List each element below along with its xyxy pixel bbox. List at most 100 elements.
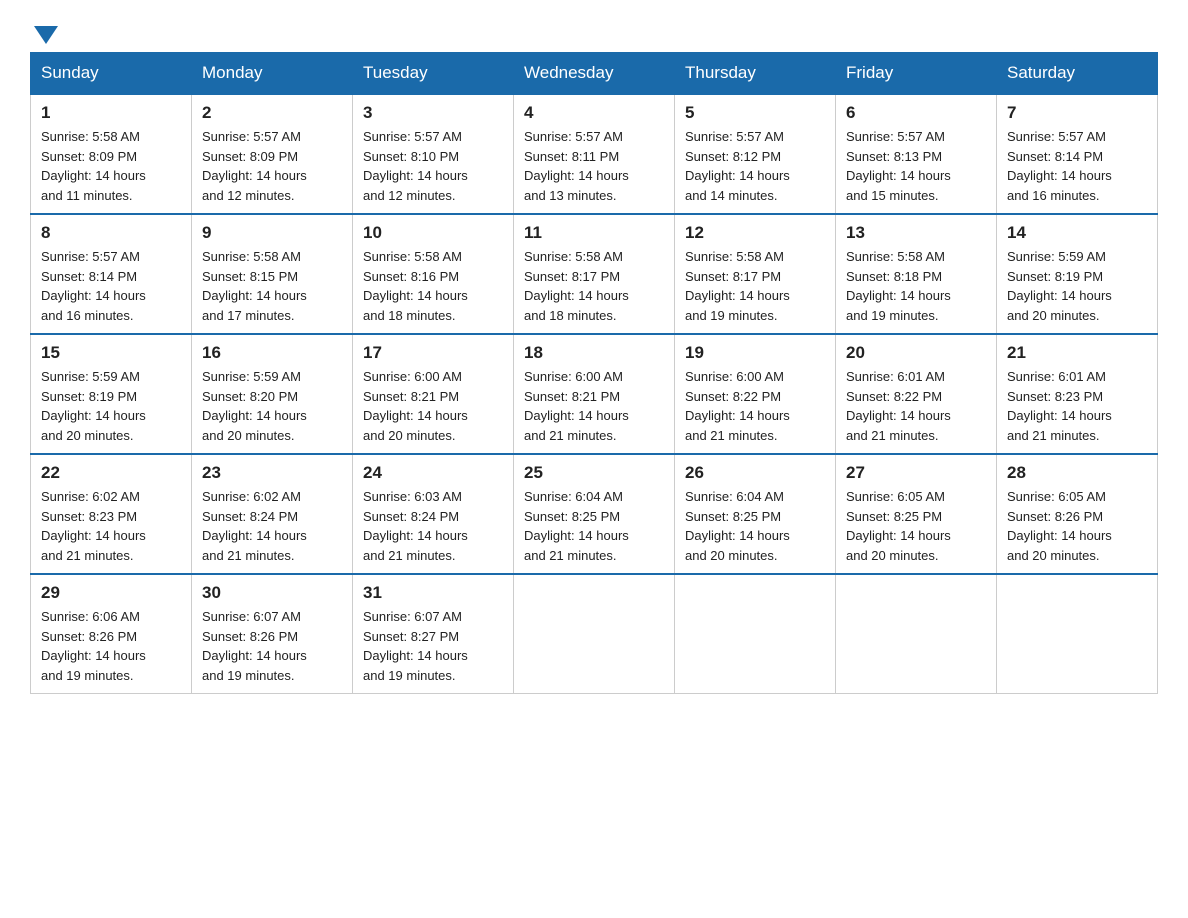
day-info: Sunrise: 6:06 AM Sunset: 8:26 PM Dayligh… [41,607,181,685]
calendar-cell: 9 Sunrise: 5:58 AM Sunset: 8:15 PM Dayli… [192,214,353,334]
day-info: Sunrise: 5:57 AM Sunset: 8:12 PM Dayligh… [685,127,825,205]
weekday-header-monday: Monday [192,53,353,95]
day-info: Sunrise: 5:57 AM Sunset: 8:11 PM Dayligh… [524,127,664,205]
page-header [30,20,1158,42]
day-number: 15 [41,343,181,363]
day-info: Sunrise: 6:07 AM Sunset: 8:26 PM Dayligh… [202,607,342,685]
day-info: Sunrise: 5:57 AM Sunset: 8:14 PM Dayligh… [1007,127,1147,205]
day-number: 14 [1007,223,1147,243]
day-number: 9 [202,223,342,243]
calendar-cell: 11 Sunrise: 5:58 AM Sunset: 8:17 PM Dayl… [514,214,675,334]
weekday-header-wednesday: Wednesday [514,53,675,95]
day-info: Sunrise: 6:01 AM Sunset: 8:23 PM Dayligh… [1007,367,1147,445]
day-number: 17 [363,343,503,363]
calendar-table: SundayMondayTuesdayWednesdayThursdayFrid… [30,52,1158,694]
weekday-header-friday: Friday [836,53,997,95]
calendar-cell: 14 Sunrise: 5:59 AM Sunset: 8:19 PM Dayl… [997,214,1158,334]
day-number: 8 [41,223,181,243]
day-number: 10 [363,223,503,243]
day-info: Sunrise: 6:00 AM Sunset: 8:22 PM Dayligh… [685,367,825,445]
weekday-header-saturday: Saturday [997,53,1158,95]
day-number: 7 [1007,103,1147,123]
calendar-cell: 8 Sunrise: 5:57 AM Sunset: 8:14 PM Dayli… [31,214,192,334]
day-info: Sunrise: 6:03 AM Sunset: 8:24 PM Dayligh… [363,487,503,565]
day-info: Sunrise: 6:05 AM Sunset: 8:25 PM Dayligh… [846,487,986,565]
day-number: 12 [685,223,825,243]
day-number: 25 [524,463,664,483]
day-number: 5 [685,103,825,123]
day-number: 24 [363,463,503,483]
day-number: 1 [41,103,181,123]
calendar-cell [675,574,836,694]
weekday-header-tuesday: Tuesday [353,53,514,95]
day-info: Sunrise: 5:58 AM Sunset: 8:16 PM Dayligh… [363,247,503,325]
day-number: 26 [685,463,825,483]
day-info: Sunrise: 5:59 AM Sunset: 8:19 PM Dayligh… [41,367,181,445]
calendar-cell: 18 Sunrise: 6:00 AM Sunset: 8:21 PM Dayl… [514,334,675,454]
calendar-cell: 10 Sunrise: 5:58 AM Sunset: 8:16 PM Dayl… [353,214,514,334]
calendar-cell: 2 Sunrise: 5:57 AM Sunset: 8:09 PM Dayli… [192,94,353,214]
day-info: Sunrise: 5:57 AM Sunset: 8:09 PM Dayligh… [202,127,342,205]
calendar-cell: 27 Sunrise: 6:05 AM Sunset: 8:25 PM Dayl… [836,454,997,574]
day-info: Sunrise: 5:58 AM Sunset: 8:18 PM Dayligh… [846,247,986,325]
calendar-cell: 15 Sunrise: 5:59 AM Sunset: 8:19 PM Dayl… [31,334,192,454]
calendar-week-row: 22 Sunrise: 6:02 AM Sunset: 8:23 PM Dayl… [31,454,1158,574]
weekday-header-sunday: Sunday [31,53,192,95]
day-info: Sunrise: 5:57 AM Sunset: 8:14 PM Dayligh… [41,247,181,325]
calendar-cell: 21 Sunrise: 6:01 AM Sunset: 8:23 PM Dayl… [997,334,1158,454]
day-number: 11 [524,223,664,243]
calendar-week-row: 29 Sunrise: 6:06 AM Sunset: 8:26 PM Dayl… [31,574,1158,694]
calendar-week-row: 8 Sunrise: 5:57 AM Sunset: 8:14 PM Dayli… [31,214,1158,334]
calendar-cell: 25 Sunrise: 6:04 AM Sunset: 8:25 PM Dayl… [514,454,675,574]
calendar-cell [514,574,675,694]
calendar-cell: 22 Sunrise: 6:02 AM Sunset: 8:23 PM Dayl… [31,454,192,574]
day-info: Sunrise: 6:04 AM Sunset: 8:25 PM Dayligh… [524,487,664,565]
calendar-header-row: SundayMondayTuesdayWednesdayThursdayFrid… [31,53,1158,95]
logo-arrow-icon [34,26,58,44]
day-number: 16 [202,343,342,363]
day-number: 21 [1007,343,1147,363]
calendar-cell: 7 Sunrise: 5:57 AM Sunset: 8:14 PM Dayli… [997,94,1158,214]
calendar-cell: 4 Sunrise: 5:57 AM Sunset: 8:11 PM Dayli… [514,94,675,214]
calendar-cell: 16 Sunrise: 5:59 AM Sunset: 8:20 PM Dayl… [192,334,353,454]
calendar-cell: 3 Sunrise: 5:57 AM Sunset: 8:10 PM Dayli… [353,94,514,214]
calendar-cell: 6 Sunrise: 5:57 AM Sunset: 8:13 PM Dayli… [836,94,997,214]
calendar-cell: 5 Sunrise: 5:57 AM Sunset: 8:12 PM Dayli… [675,94,836,214]
calendar-cell: 23 Sunrise: 6:02 AM Sunset: 8:24 PM Dayl… [192,454,353,574]
calendar-week-row: 15 Sunrise: 5:59 AM Sunset: 8:19 PM Dayl… [31,334,1158,454]
calendar-cell: 31 Sunrise: 6:07 AM Sunset: 8:27 PM Dayl… [353,574,514,694]
day-number: 18 [524,343,664,363]
calendar-cell: 12 Sunrise: 5:58 AM Sunset: 8:17 PM Dayl… [675,214,836,334]
day-info: Sunrise: 6:05 AM Sunset: 8:26 PM Dayligh… [1007,487,1147,565]
day-info: Sunrise: 6:02 AM Sunset: 8:24 PM Dayligh… [202,487,342,565]
day-info: Sunrise: 5:58 AM Sunset: 8:17 PM Dayligh… [524,247,664,325]
day-number: 27 [846,463,986,483]
day-info: Sunrise: 6:07 AM Sunset: 8:27 PM Dayligh… [363,607,503,685]
weekday-header-thursday: Thursday [675,53,836,95]
calendar-cell: 29 Sunrise: 6:06 AM Sunset: 8:26 PM Dayl… [31,574,192,694]
logo [30,20,58,42]
day-info: Sunrise: 5:59 AM Sunset: 8:19 PM Dayligh… [1007,247,1147,325]
day-number: 20 [846,343,986,363]
day-info: Sunrise: 5:58 AM Sunset: 8:09 PM Dayligh… [41,127,181,205]
day-info: Sunrise: 6:00 AM Sunset: 8:21 PM Dayligh… [524,367,664,445]
calendar-cell: 13 Sunrise: 5:58 AM Sunset: 8:18 PM Dayl… [836,214,997,334]
day-info: Sunrise: 5:59 AM Sunset: 8:20 PM Dayligh… [202,367,342,445]
calendar-cell: 17 Sunrise: 6:00 AM Sunset: 8:21 PM Dayl… [353,334,514,454]
day-number: 6 [846,103,986,123]
day-info: Sunrise: 5:57 AM Sunset: 8:10 PM Dayligh… [363,127,503,205]
day-info: Sunrise: 6:01 AM Sunset: 8:22 PM Dayligh… [846,367,986,445]
day-number: 23 [202,463,342,483]
day-info: Sunrise: 6:04 AM Sunset: 8:25 PM Dayligh… [685,487,825,565]
day-number: 4 [524,103,664,123]
day-number: 30 [202,583,342,603]
day-info: Sunrise: 5:58 AM Sunset: 8:17 PM Dayligh… [685,247,825,325]
day-number: 28 [1007,463,1147,483]
day-number: 13 [846,223,986,243]
day-info: Sunrise: 6:00 AM Sunset: 8:21 PM Dayligh… [363,367,503,445]
calendar-cell: 1 Sunrise: 5:58 AM Sunset: 8:09 PM Dayli… [31,94,192,214]
calendar-week-row: 1 Sunrise: 5:58 AM Sunset: 8:09 PM Dayli… [31,94,1158,214]
day-info: Sunrise: 6:02 AM Sunset: 8:23 PM Dayligh… [41,487,181,565]
calendar-cell: 24 Sunrise: 6:03 AM Sunset: 8:24 PM Dayl… [353,454,514,574]
calendar-cell [997,574,1158,694]
